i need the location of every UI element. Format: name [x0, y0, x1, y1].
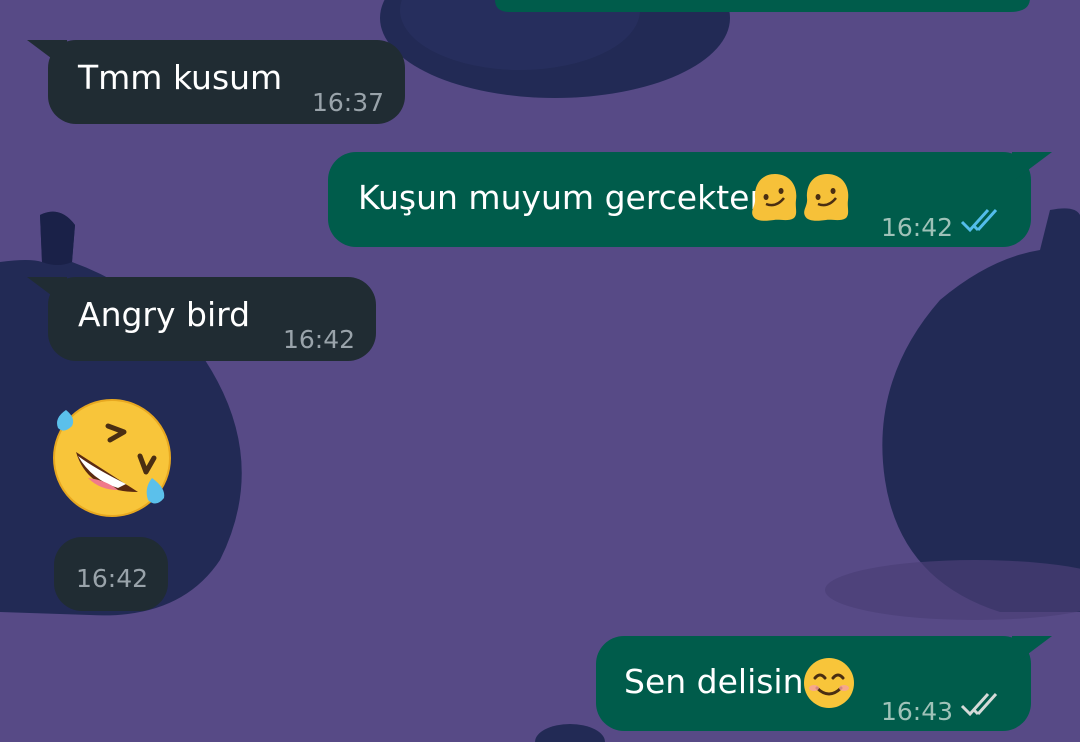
- bubble-tail-outgoing: [1012, 636, 1052, 666]
- message-timestamp: 16:43: [881, 697, 954, 726]
- message-text: Kuşun muyum gercekten: [358, 178, 771, 217]
- message-bubble-incoming[interactable]: 16:42: [54, 537, 168, 611]
- delivered-receipt-icon: [960, 692, 998, 717]
- message-text: Tmm kusum: [78, 58, 283, 97]
- bubble-tail-incoming: [27, 277, 67, 307]
- message-text: Angry bird: [78, 295, 251, 334]
- smiling-face-emoji: [804, 658, 854, 708]
- message-timestamp: 16:37: [312, 88, 385, 117]
- message-timestamp: 16:42: [881, 213, 954, 242]
- message-bubble-outgoing[interactable]: Kuşun muyum gercekten 16:42: [328, 152, 1031, 247]
- message-bubble-incoming[interactable]: Tmm kusum 16:37: [48, 40, 405, 124]
- read-receipt-icon: [960, 208, 998, 233]
- melting-face-emoji: [752, 174, 797, 221]
- bubble-tail-incoming: [27, 40, 67, 70]
- bubble-tail-outgoing: [1012, 152, 1052, 182]
- message-timestamp: 16:42: [283, 325, 356, 354]
- melting-face-emoji: [804, 174, 849, 221]
- rolling-on-the-floor-laughing-emoji[interactable]: [48, 396, 174, 522]
- message-text: Sen delisin: [624, 662, 804, 701]
- message-timestamp: 16:42: [76, 564, 149, 593]
- message-bubble-outgoing[interactable]: Sen delisin 16:43: [596, 636, 1031, 731]
- message-bubble-incoming[interactable]: Angry bird 16:42: [48, 277, 376, 361]
